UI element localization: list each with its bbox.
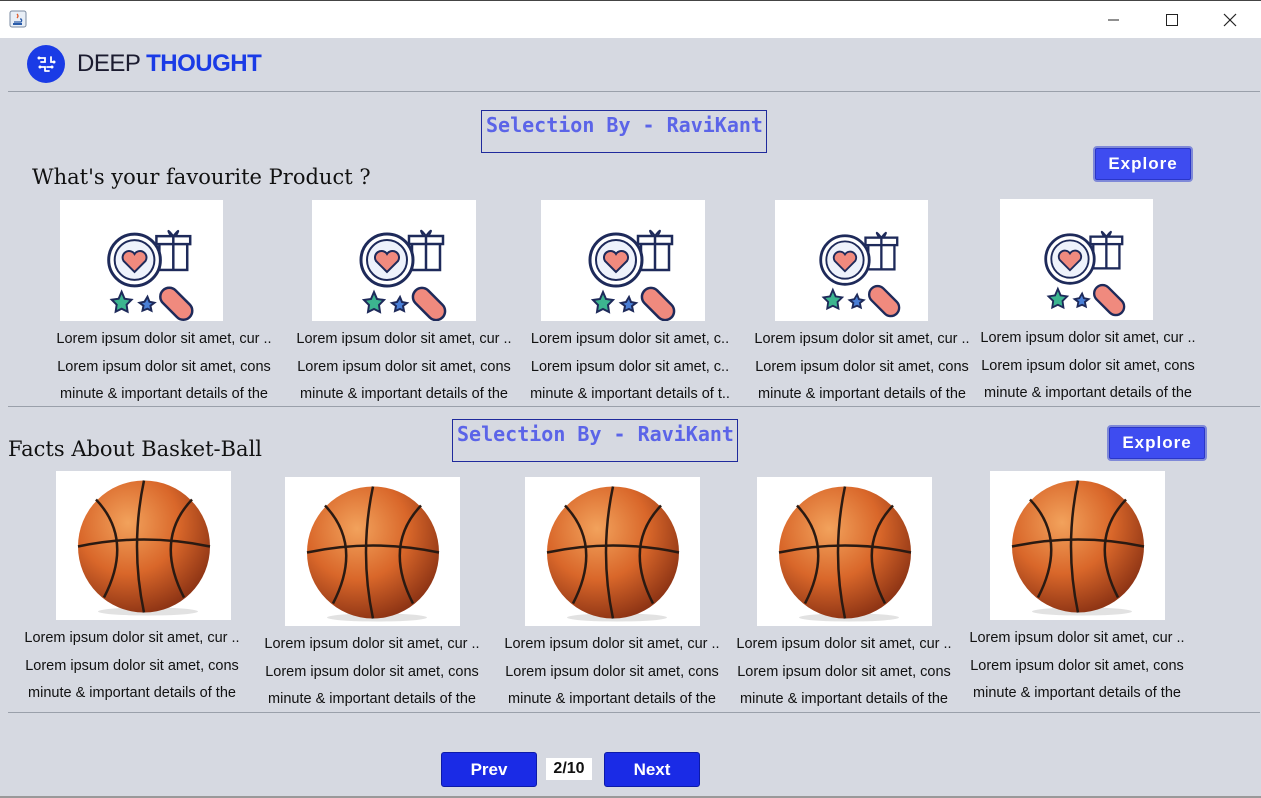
card-text-line2: Lorem ipsum dolor sit amet, cons [737,663,951,680]
card-text-line1: Lorem ipsum dolor sit amet, cur .. [56,331,272,347]
maximize-icon [1166,14,1178,26]
card-description: Lorem ipsum dolor sit amet, cur .. Lorem … [498,631,726,714]
minimize-button[interactable] [1092,5,1136,35]
card-text-line3: minute & important details of the [508,691,716,707]
minimize-icon [1108,19,1119,21]
card-text-line3: minute & important details of the [973,685,1181,701]
section-title: What's your favourite Product ? [32,165,371,189]
java-app-icon [9,10,27,28]
card-description: Lorem ipsum dolor sit amet, cur .. Lorem … [748,326,976,409]
product-search-icon [541,200,705,321]
basketball-icon [56,471,231,620]
basketball-icon [285,477,460,626]
basketball-icon [990,471,1165,620]
card-description: Lorem ipsum dolor sit amet, cur .. Lorem … [974,325,1202,408]
divider [8,406,1260,407]
card-description: Lorem ipsum dolor sit amet, cur .. Lorem … [50,326,278,409]
selection-label: Selection By - RaviKant [452,419,738,462]
card-text-line1: Lorem ipsum dolor sit amet, c.. [530,331,730,347]
product-search-icon [60,200,223,321]
prev-button[interactable]: Prev [441,752,537,787]
close-icon [1223,13,1237,27]
card-text-line1: Lorem ipsum dolor sit amet, cur .. [504,636,720,652]
card-text-line1: Lorem ipsum dolor sit amet, cur .. [969,630,1185,646]
card-text-line3: minute & important details of the [758,386,966,402]
basketball-icon [525,477,700,626]
card-text-line2: Lorem ipsum dolor sit amet, c.. [530,358,730,375]
window-titlebar [0,0,1261,38]
product-search-icon [775,200,928,321]
card-text-line2: Lorem ipsum dolor sit amet, cons [755,358,969,375]
card-description: Lorem ipsum dolor sit amet, cur .. Lorem … [290,326,518,409]
card-text-line1: Lorem ipsum dolor sit amet, cur .. [980,330,1196,346]
card-text-line1: Lorem ipsum dolor sit amet, cur .. [754,331,970,347]
card-text-line1: Lorem ipsum dolor sit amet, cur .. [24,630,240,646]
product-search-icon [1000,199,1153,320]
card-text-line3: minute & important details of the [28,685,236,701]
card-text-line2: Lorem ipsum dolor sit amet, cons [265,663,479,680]
selection-label: Selection By - RaviKant [481,110,767,153]
section-title: Facts About Basket-Ball [8,437,263,461]
card-description: Lorem ipsum dolor sit amet, cur .. Lorem … [730,631,958,714]
basketball-icon [757,477,932,626]
card-description: Lorem ipsum dolor sit amet, cur .. Lorem … [258,631,486,714]
divider [8,91,1260,92]
close-button[interactable] [1208,5,1252,35]
brand-name: DEEP THOUGHT [77,50,262,77]
card-text-line3: minute & important details of t.. [530,386,730,402]
card-text-line3: minute & important details of the [60,386,268,402]
deep-thought-logo [27,45,65,83]
card-description: Lorem ipsum dolor sit amet, cur .. Lorem … [18,625,246,708]
next-button[interactable]: Next [604,752,700,787]
card-text-line3: minute & important details of the [740,691,948,707]
card-text-line2: Lorem ipsum dolor sit amet, cons [970,657,1184,674]
explore-button[interactable]: Explore [1093,146,1193,182]
card-text-line2: Lorem ipsum dolor sit amet, cons [505,663,719,680]
explore-button[interactable]: Explore [1107,425,1207,461]
card-text-line1: Lorem ipsum dolor sit amet, cur .. [296,331,512,347]
card-text-line1: Lorem ipsum dolor sit amet, cur .. [736,636,952,652]
card-description: Lorem ipsum dolor sit amet, cur .. Lorem … [963,625,1191,708]
card-text-line2: Lorem ipsum dolor sit amet, cons [981,357,1195,374]
divider [8,712,1260,713]
card-text-line1: Lorem ipsum dolor sit amet, cur .. [264,636,480,652]
card-text-line2: Lorem ipsum dolor sit amet, cons [25,657,239,674]
page-indicator: 2/10 [546,758,592,780]
card-text-line3: minute & important details of the [300,386,508,402]
card-text-line2: Lorem ipsum dolor sit amet, cons [57,358,271,375]
card-description: Lorem ipsum dolor sit amet, c.. Lorem ips… [525,326,735,409]
maximize-button[interactable] [1150,5,1194,35]
product-search-icon [312,200,476,321]
card-text-line3: minute & important details of the [984,385,1192,401]
card-text-line3: minute & important details of the [268,691,476,707]
card-text-line2: Lorem ipsum dolor sit amet, cons [297,358,511,375]
